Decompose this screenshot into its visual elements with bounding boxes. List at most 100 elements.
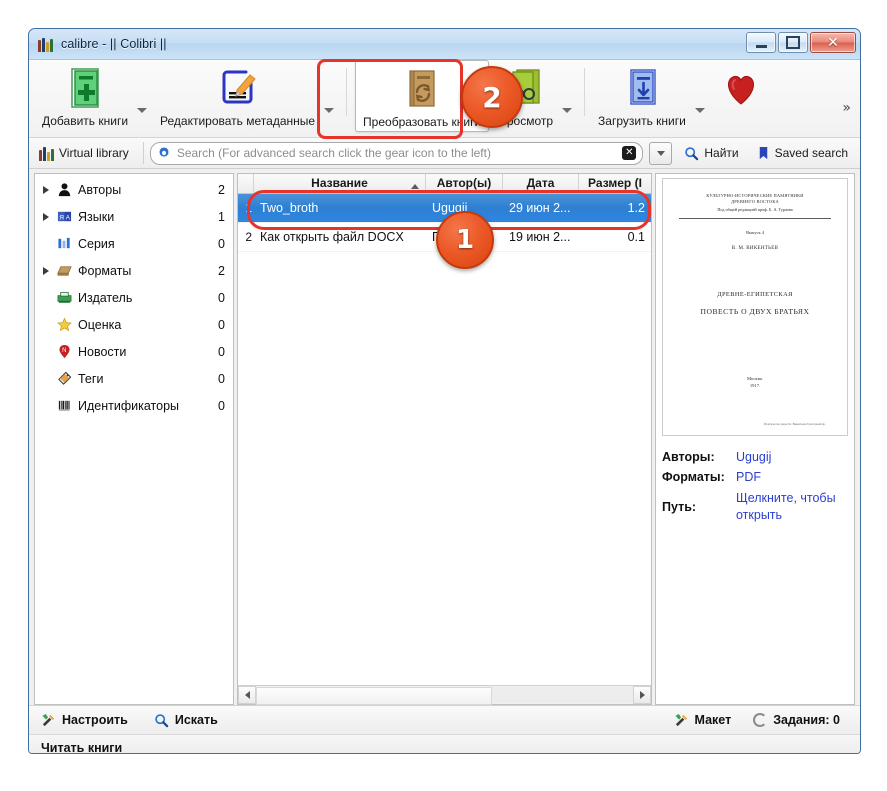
metadata-value-formats[interactable]: PDF: [736, 470, 761, 484]
expand-arrow-icon[interactable]: [39, 212, 53, 221]
saved-search-label: Saved search: [774, 146, 848, 160]
bookmark-icon: [759, 146, 767, 159]
search-history-dropdown[interactable]: [649, 141, 673, 165]
expand-arrow-icon[interactable]: [39, 266, 53, 275]
find-label: Найти: [704, 146, 739, 160]
sidebar-count: 2: [218, 263, 225, 278]
cell-size: 0.1: [627, 230, 645, 244]
sidebar-item-tags[interactable]: Теги 0: [35, 365, 233, 392]
column-header-size-label: Размер (I: [588, 176, 642, 190]
jobs-label: Задания: 0: [773, 713, 840, 727]
layout-button[interactable]: Макет: [674, 713, 732, 728]
metadata-value-path[interactable]: Щелкните, чтобы открыть: [736, 490, 848, 524]
sidebar-item-authors[interactable]: Авторы 2: [35, 176, 233, 203]
jobs-button[interactable]: Задания: 0: [753, 713, 840, 727]
sidebar-label: Издатель: [78, 290, 133, 305]
scrollbar-track[interactable]: [256, 687, 633, 705]
cover-year: 1917.: [749, 382, 761, 388]
edit-metadata-caret-icon[interactable]: [324, 107, 335, 113]
scroll-left-button[interactable]: [238, 686, 256, 704]
column-header-title[interactable]: Название: [254, 174, 426, 193]
sidebar-item-rating[interactable]: Оценка 0: [35, 311, 233, 338]
toolbar-overflow-button[interactable]: »: [842, 100, 851, 116]
cell-title: Как открыть файл DOCX: [260, 230, 404, 244]
svg-text:Я: Я: [59, 214, 64, 221]
virtual-library-button[interactable]: Virtual library: [35, 144, 137, 163]
metadata-key: Авторы:: [662, 450, 715, 464]
sidebar-item-formats[interactable]: Форматы 2: [35, 257, 233, 284]
metadata-value-authors[interactable]: Ugugij: [736, 450, 771, 464]
window-controls: ✕: [746, 32, 856, 53]
svg-text:A: A: [65, 214, 70, 221]
tools-icon: [42, 713, 55, 726]
toolbar-group-add: Добавить книги: [35, 60, 153, 130]
download-books-button[interactable]: Загрузить книги: [591, 60, 693, 130]
sidebar-label: Серия: [78, 236, 115, 251]
metadata-key: Путь:: [662, 499, 697, 514]
metadata-key: Форматы:: [662, 470, 725, 484]
table-body: 1 Two_broth Ugugij 29 июн 2... 1.2 2 Как…: [238, 194, 651, 685]
window-title: calibre - || Colibri ||: [61, 37, 167, 51]
expand-arrow-icon[interactable]: [39, 185, 53, 194]
sidebar-item-publisher[interactable]: Издатель 0: [35, 284, 233, 311]
sidebar-item-news[interactable]: N Новости 0: [35, 338, 233, 365]
sidebar-count: 0: [218, 344, 225, 359]
sidebar-item-identifiers[interactable]: Идентификаторы 0: [35, 392, 233, 419]
sort-ascending-icon: [411, 184, 419, 189]
sidebar-count: 0: [218, 371, 225, 386]
annotation-badge-2: 2: [461, 66, 523, 128]
clear-icon[interactable]: ✕: [622, 146, 637, 160]
sidebar-label: Форматы: [78, 263, 132, 278]
person-icon: [53, 182, 75, 197]
column-header-size[interactable]: Размер (I: [579, 174, 651, 193]
view-caret-icon[interactable]: [562, 107, 573, 113]
cover-rule: [679, 217, 831, 219]
publisher-icon: [53, 290, 75, 305]
sidebar-item-series[interactable]: Серия 0: [35, 230, 233, 257]
search-input[interactable]: Search (For advanced search click the ge…: [149, 141, 644, 165]
add-books-button[interactable]: Добавить книги: [35, 60, 135, 130]
add-books-caret-icon[interactable]: [137, 107, 148, 113]
star-icon: [53, 317, 75, 332]
layout-label: Макет: [694, 713, 732, 727]
column-header-date[interactable]: Дата: [503, 174, 579, 193]
tag-browser-panel: Авторы 2 ЯA Языки 1 Серия 0 Форматы 2 Из…: [34, 173, 234, 705]
scroll-right-button[interactable]: [633, 686, 651, 704]
sidebar-item-languages[interactable]: ЯA Языки 1: [35, 203, 233, 230]
column-header-author[interactable]: Автор(ы): [426, 174, 503, 193]
books-icon: [39, 146, 54, 161]
minimize-icon: [755, 44, 767, 48]
column-header-rownum: [238, 174, 254, 193]
cell-date: 19 июн 2...: [509, 230, 571, 244]
toolbar-group-download: Загрузить книги: [591, 60, 711, 130]
series-icon: [53, 236, 75, 251]
calibre-logo-icon: [38, 36, 54, 52]
gear-icon[interactable]: [157, 146, 171, 160]
news-icon: N: [53, 344, 75, 359]
cover-title-line1: ДРЕВНЕ-ЕГИПЕТСКАЯ: [717, 290, 793, 298]
find-button[interactable]: Найти: [678, 144, 744, 163]
search-icon: [155, 713, 169, 727]
maximize-button[interactable]: [778, 32, 808, 53]
sidebar-count: 0: [218, 236, 225, 251]
edit-metadata-button[interactable]: Редактировать метаданные: [153, 60, 322, 130]
configure-button[interactable]: Настроить: [41, 713, 128, 728]
language-icon: ЯA: [53, 209, 75, 224]
metadata-row-formats: Форматы: PDF: [662, 470, 848, 484]
horizontal-scrollbar[interactable]: [238, 685, 651, 705]
sidebar-search-button[interactable]: Искать: [154, 713, 218, 728]
saved-search-button[interactable]: Saved search: [751, 144, 854, 163]
book-cover-image[interactable]: КУЛЬТУРНО-ИСТОРИЧЕСКИЕ ПАМЯТНИКИ ДРЕВНЕГ…: [662, 178, 848, 436]
scrollbar-thumb[interactable]: [256, 687, 492, 705]
favorites-button[interactable]: [711, 60, 771, 112]
sidebar-label: Идентификаторы: [78, 398, 180, 413]
cover-issue: Выпуск 4: [746, 229, 764, 235]
close-icon: ✕: [827, 34, 839, 51]
minimize-button[interactable]: [746, 32, 776, 53]
row-number: 1: [245, 201, 252, 215]
add-books-label: Добавить книги: [42, 114, 129, 128]
close-button[interactable]: ✕: [810, 32, 856, 53]
download-books-caret-icon[interactable]: [694, 107, 705, 113]
sidebar-label: Авторы: [78, 182, 122, 197]
bottom-bar-right: Макет Задания: 0: [674, 713, 854, 728]
